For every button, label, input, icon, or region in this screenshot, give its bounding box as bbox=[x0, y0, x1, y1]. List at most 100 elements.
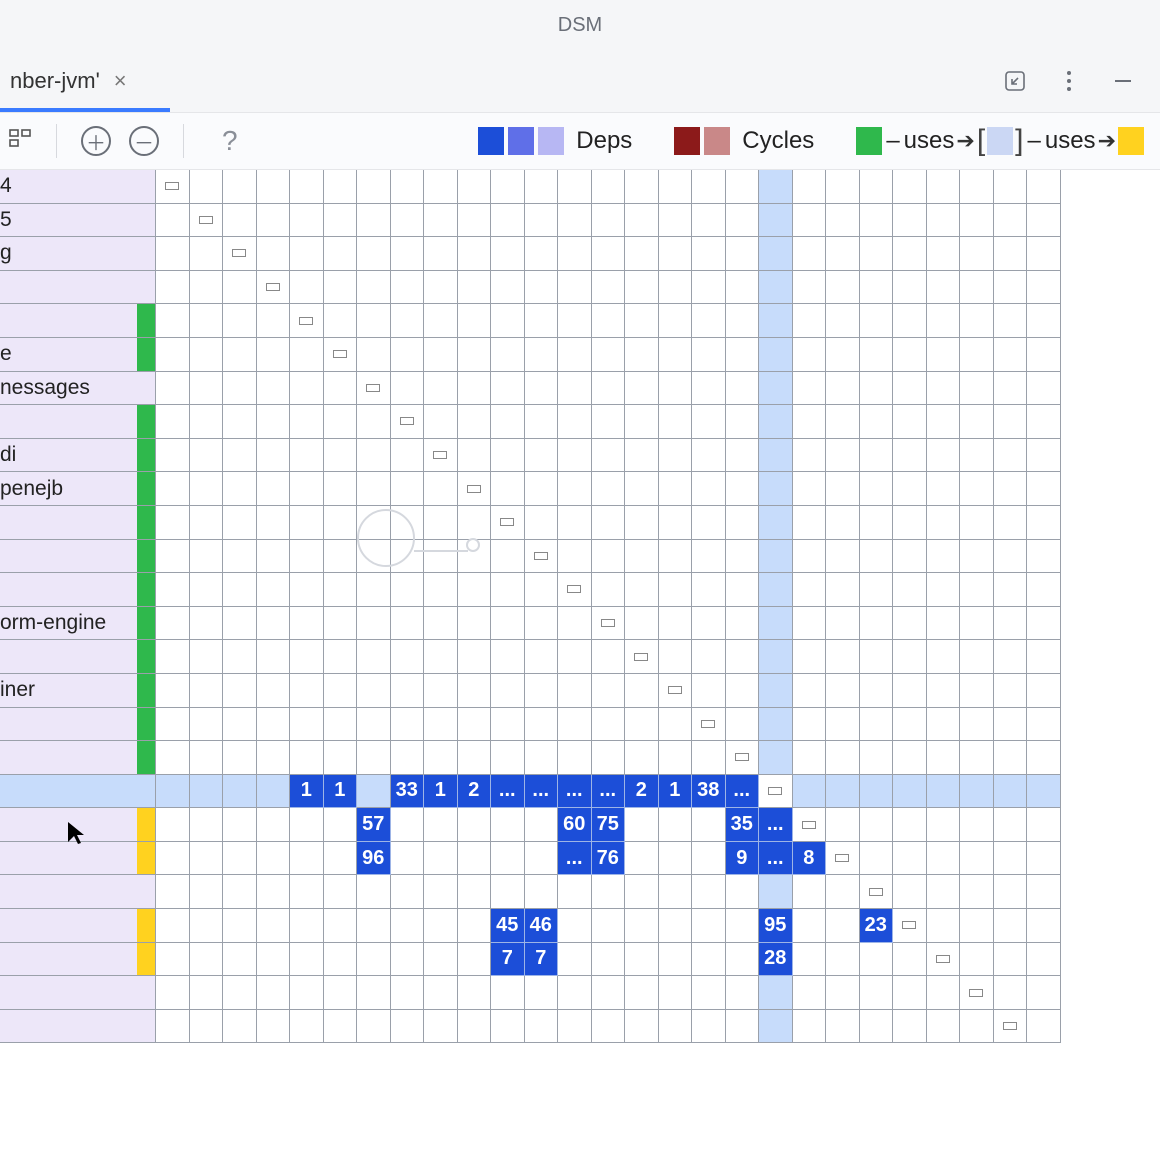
empty-cell[interactable] bbox=[625, 607, 659, 641]
empty-cell[interactable] bbox=[257, 439, 291, 473]
empty-cell[interactable] bbox=[960, 204, 994, 238]
empty-cell[interactable] bbox=[860, 775, 894, 809]
empty-cell[interactable] bbox=[726, 573, 760, 607]
empty-cell[interactable] bbox=[357, 472, 391, 506]
empty-cell[interactable] bbox=[860, 708, 894, 742]
empty-cell[interactable] bbox=[659, 943, 693, 977]
empty-cell[interactable] bbox=[290, 976, 324, 1010]
empty-cell[interactable] bbox=[223, 1010, 257, 1044]
empty-cell[interactable] bbox=[223, 304, 257, 338]
empty-cell[interactable] bbox=[1027, 573, 1061, 607]
empty-cell[interactable] bbox=[223, 741, 257, 775]
empty-cell[interactable] bbox=[391, 472, 425, 506]
empty-cell[interactable] bbox=[860, 741, 894, 775]
empty-cell[interactable] bbox=[357, 976, 391, 1010]
empty-cell[interactable] bbox=[759, 506, 793, 540]
empty-cell[interactable] bbox=[592, 708, 626, 742]
diag-cell[interactable] bbox=[190, 204, 224, 238]
empty-cell[interactable] bbox=[759, 607, 793, 641]
empty-cell[interactable] bbox=[156, 506, 190, 540]
empty-cell[interactable] bbox=[994, 237, 1028, 271]
empty-cell[interactable] bbox=[223, 909, 257, 943]
empty-cell[interactable] bbox=[424, 271, 458, 305]
diag-cell[interactable] bbox=[726, 741, 760, 775]
empty-cell[interactable] bbox=[424, 943, 458, 977]
empty-cell[interactable] bbox=[290, 1010, 324, 1044]
empty-cell[interactable] bbox=[156, 439, 190, 473]
empty-cell[interactable] bbox=[491, 439, 525, 473]
empty-cell[interactable] bbox=[927, 405, 961, 439]
dep-cell[interactable]: ... bbox=[759, 842, 793, 876]
dep-cell[interactable]: 1 bbox=[290, 775, 324, 809]
row-label[interactable] bbox=[0, 909, 155, 943]
empty-cell[interactable] bbox=[525, 472, 559, 506]
empty-cell[interactable] bbox=[357, 640, 391, 674]
empty-cell[interactable] bbox=[525, 640, 559, 674]
empty-cell[interactable] bbox=[592, 909, 626, 943]
empty-cell[interactable] bbox=[156, 943, 190, 977]
empty-cell[interactable] bbox=[424, 405, 458, 439]
empty-cell[interactable] bbox=[625, 204, 659, 238]
empty-cell[interactable] bbox=[1027, 708, 1061, 742]
empty-cell[interactable] bbox=[893, 304, 927, 338]
empty-cell[interactable] bbox=[290, 573, 324, 607]
diag-cell[interactable] bbox=[558, 573, 592, 607]
empty-cell[interactable] bbox=[1027, 842, 1061, 876]
dep-cell[interactable]: 28 bbox=[759, 943, 793, 977]
empty-cell[interactable] bbox=[391, 808, 425, 842]
empty-cell[interactable] bbox=[726, 708, 760, 742]
empty-cell[interactable] bbox=[458, 1010, 492, 1044]
empty-cell[interactable] bbox=[659, 439, 693, 473]
empty-cell[interactable] bbox=[156, 204, 190, 238]
empty-cell[interactable] bbox=[826, 405, 860, 439]
empty-cell[interactable] bbox=[558, 439, 592, 473]
dep-cell[interactable]: ... bbox=[491, 775, 525, 809]
empty-cell[interactable] bbox=[558, 506, 592, 540]
empty-cell[interactable] bbox=[558, 976, 592, 1010]
diag-cell[interactable] bbox=[625, 640, 659, 674]
empty-cell[interactable] bbox=[491, 640, 525, 674]
empty-cell[interactable] bbox=[357, 741, 391, 775]
empty-cell[interactable] bbox=[391, 540, 425, 574]
empty-cell[interactable] bbox=[960, 506, 994, 540]
empty-cell[interactable] bbox=[558, 271, 592, 305]
empty-cell[interactable] bbox=[625, 338, 659, 372]
collapse-button[interactable]: － bbox=[129, 126, 159, 156]
empty-cell[interactable] bbox=[893, 237, 927, 271]
empty-cell[interactable] bbox=[927, 439, 961, 473]
empty-cell[interactable] bbox=[994, 338, 1028, 372]
dep-cell[interactable]: 96 bbox=[357, 842, 391, 876]
empty-cell[interactable] bbox=[491, 372, 525, 406]
empty-cell[interactable] bbox=[860, 506, 894, 540]
empty-cell[interactable] bbox=[257, 405, 291, 439]
empty-cell[interactable] bbox=[927, 640, 961, 674]
empty-cell[interactable] bbox=[525, 304, 559, 338]
empty-cell[interactable] bbox=[257, 573, 291, 607]
empty-cell[interactable] bbox=[759, 170, 793, 204]
empty-cell[interactable] bbox=[893, 372, 927, 406]
empty-cell[interactable] bbox=[324, 741, 358, 775]
empty-cell[interactable] bbox=[927, 741, 961, 775]
dsm-matrix[interactable]: 45genessagesdipenejborm-engineiner 11331… bbox=[0, 170, 1160, 1162]
empty-cell[interactable] bbox=[726, 271, 760, 305]
empty-cell[interactable] bbox=[927, 607, 961, 641]
empty-cell[interactable] bbox=[257, 976, 291, 1010]
empty-cell[interactable] bbox=[994, 405, 1028, 439]
empty-cell[interactable] bbox=[290, 237, 324, 271]
empty-cell[interactable] bbox=[156, 372, 190, 406]
empty-cell[interactable] bbox=[558, 304, 592, 338]
empty-cell[interactable] bbox=[625, 741, 659, 775]
row-label[interactable]: nessages bbox=[0, 372, 155, 406]
empty-cell[interactable] bbox=[424, 875, 458, 909]
empty-cell[interactable] bbox=[324, 170, 358, 204]
empty-cell[interactable] bbox=[592, 540, 626, 574]
empty-cell[interactable] bbox=[357, 775, 391, 809]
empty-cell[interactable] bbox=[324, 405, 358, 439]
empty-cell[interactable] bbox=[994, 439, 1028, 473]
empty-cell[interactable] bbox=[994, 875, 1028, 909]
empty-cell[interactable] bbox=[458, 640, 492, 674]
empty-cell[interactable] bbox=[491, 204, 525, 238]
empty-cell[interactable] bbox=[190, 271, 224, 305]
empty-cell[interactable] bbox=[290, 674, 324, 708]
empty-cell[interactable] bbox=[458, 405, 492, 439]
